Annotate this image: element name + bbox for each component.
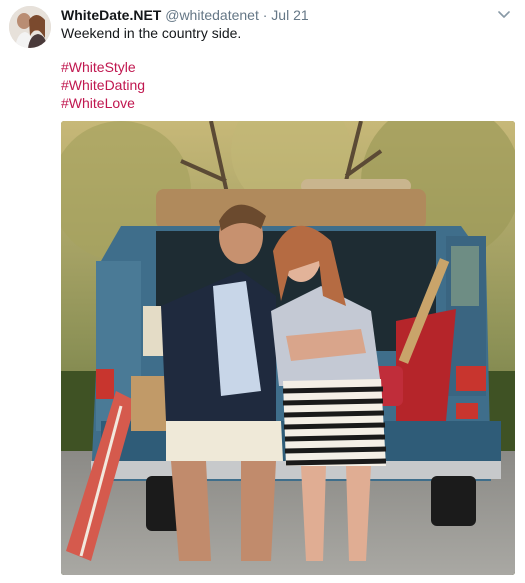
- photo-couple-truck: [61, 121, 515, 575]
- hashtag-link[interactable]: #WhiteLove: [61, 94, 145, 112]
- tweet: WhiteDate.NET @whitedatenet · Jul 21 Wee…: [0, 0, 525, 583]
- separator-dot: ·: [262, 7, 268, 23]
- tweet-photo[interactable]: [61, 121, 515, 575]
- chevron-down-icon[interactable]: [497, 8, 511, 22]
- hashtag-link[interactable]: #WhiteStyle: [61, 58, 145, 76]
- avatar-image: [9, 6, 51, 48]
- hashtag-link[interactable]: #WhiteDating: [61, 76, 145, 94]
- hashtag-list: #WhiteStyle #WhiteDating #WhiteLove: [61, 58, 145, 112]
- tweet-text: Weekend in the country side.: [61, 25, 242, 41]
- user-handle[interactable]: @whitedatenet: [165, 7, 259, 23]
- tweet-header: WhiteDate.NET @whitedatenet · Jul 21: [61, 6, 309, 24]
- display-name[interactable]: WhiteDate.NET: [61, 7, 161, 23]
- avatar[interactable]: [9, 6, 51, 48]
- tweet-date[interactable]: Jul 21: [271, 7, 308, 23]
